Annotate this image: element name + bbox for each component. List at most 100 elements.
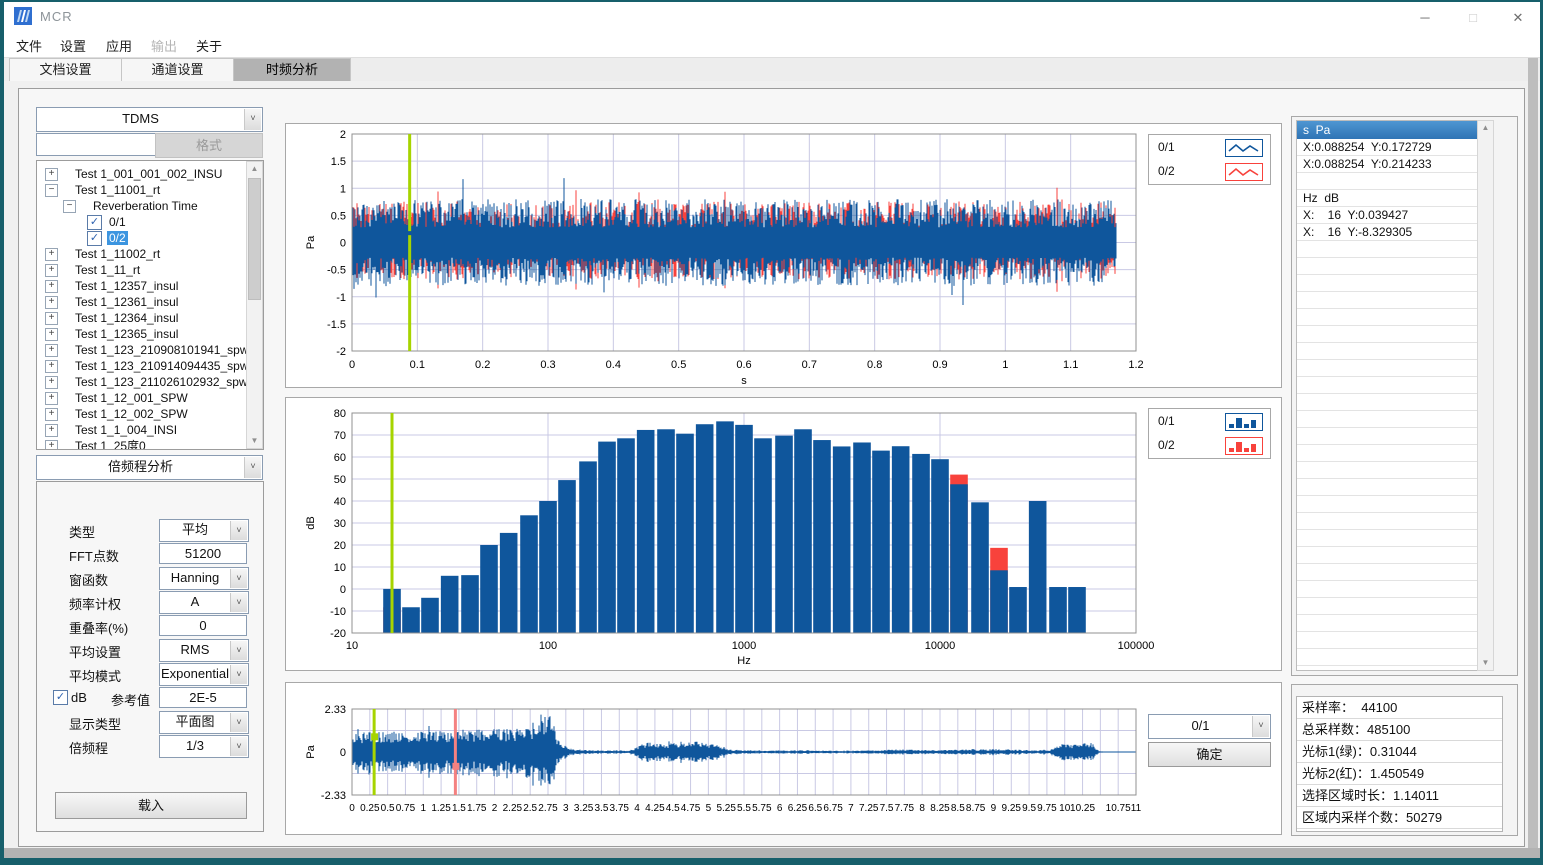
expand-icon[interactable]: + [45,344,58,357]
minimize-button[interactable]: ─ [1403,2,1447,33]
tree-item[interactable]: +Test 1_1_004_INSI [37,422,263,438]
scroll-up-icon[interactable]: ▲ [247,162,262,176]
readout-row[interactable] [1297,632,1477,649]
readout-row[interactable] [1297,258,1477,275]
field-input[interactable]: 0 [159,615,247,636]
checkbox-icon[interactable]: ✓ [87,215,102,230]
readout-row[interactable] [1297,496,1477,513]
readout-row[interactable] [1297,326,1477,343]
channel-select[interactable]: 0/1 ˅ [1148,714,1271,739]
scroll-down-icon[interactable]: ▼ [1478,656,1493,670]
readout-row[interactable]: X:0.088254 Y:0.172729 [1297,139,1477,156]
readout-row[interactable] [1297,649,1477,666]
cursor-readout-list[interactable]: s PaX:0.088254 Y:0.172729X:0.088254 Y:0.… [1296,120,1478,671]
field-select[interactable]: Hanning˅ [159,567,249,590]
readout-row[interactable]: X: 16 Y:0.039427 [1297,207,1477,224]
confirm-button[interactable]: 确定 [1148,742,1271,767]
readout-row[interactable] [1297,394,1477,411]
readout-row[interactable] [1297,445,1477,462]
expand-icon[interactable]: + [45,392,58,405]
expand-icon[interactable]: + [45,168,58,181]
expand-icon[interactable]: + [45,264,58,277]
tree-scrollbar-thumb[interactable] [248,178,261,300]
tab-1[interactable]: 文档设置 [9,58,122,81]
menu-item-3[interactable]: 应用 [103,36,135,56]
readout-row[interactable] [1297,581,1477,598]
tree-item[interactable]: +Test 1_11002_rt [37,246,263,262]
menu-item-5[interactable]: 关于 [193,36,225,56]
tab-3[interactable]: 时频分析 [233,58,351,81]
tree-item[interactable]: −Test 1_11001_rt [37,182,263,198]
readout-row[interactable] [1297,462,1477,479]
tree-item[interactable]: +Test 1_001_001_002_INSU [37,166,263,182]
readout-row[interactable]: X: 16 Y:-8.329305 [1297,224,1477,241]
expand-icon[interactable]: + [45,376,58,389]
readout-row[interactable] [1297,598,1477,615]
checkbox-icon[interactable]: ✓ [87,231,102,246]
expand-icon[interactable]: + [45,280,58,293]
load-button[interactable]: 载入 [55,792,247,819]
readout-row[interactable] [1297,564,1477,581]
tree-item[interactable]: +Test 1_123_210908101941_spw [37,342,263,358]
tree-item[interactable]: +Test 1_25度0 [37,438,263,450]
readout-row[interactable] [1297,411,1477,428]
field-select[interactable]: 平均˅ [159,519,249,542]
readout-row[interactable] [1297,292,1477,309]
tree-item[interactable]: +Test 1_12_002_SPW [37,406,263,422]
collapse-icon[interactable]: − [63,200,76,213]
expand-icon[interactable]: + [45,248,58,261]
close-button[interactable]: ✕ [1496,2,1540,33]
expand-icon[interactable]: + [45,360,58,373]
tab-2[interactable]: 通道设置 [121,58,234,81]
field-select[interactable]: 平面图˅ [159,711,249,734]
tree-item[interactable]: +Test 1_11_rt [37,262,263,278]
overview-waveform-chart[interactable]: 00.250.50.7511.251.51.7522.252.52.7533.2… [286,683,1279,832]
readout-row[interactable] [1297,428,1477,445]
readout-row[interactable] [1297,377,1477,394]
expand-icon[interactable]: + [45,408,58,421]
menu-item-4[interactable]: 输出 [148,36,180,56]
expand-icon[interactable]: + [45,296,58,309]
readout-row[interactable] [1297,173,1477,190]
readout-row[interactable] [1297,360,1477,377]
expand-icon[interactable]: + [45,424,58,437]
maximize-button[interactable]: □ [1451,2,1495,33]
octave-spectrum-chart[interactable]: -20-100102030405060708010100100010000100… [286,398,1279,668]
reference-value-input[interactable]: 2E-5 [159,687,247,708]
readout-row[interactable] [1297,343,1477,360]
file-tree[interactable]: +Test 1_001_001_002_INSU−Test 1_11001_rt… [36,160,264,450]
filter-input[interactable] [36,133,156,156]
readout-row[interactable] [1297,547,1477,564]
tree-item[interactable]: −Reverberation Time [37,198,263,214]
field-select[interactable]: 1/3˅ [159,735,249,758]
tree-item[interactable]: +Test 1_12357_insul [37,278,263,294]
collapse-icon[interactable]: − [45,184,58,197]
readout-row[interactable] [1297,615,1477,632]
readout-row[interactable] [1297,479,1477,496]
readout-row[interactable]: Hz dB [1297,190,1477,207]
field-select[interactable]: A˅ [159,591,249,614]
readout-row[interactable] [1297,275,1477,292]
tree-item[interactable]: +Test 1_123_211026102932_spw [37,374,263,390]
analysis-type-select[interactable]: 倍频程分析 ˅ [36,455,263,480]
field-input[interactable]: 51200 [159,543,247,564]
readout-row[interactable] [1297,309,1477,326]
scroll-up-icon[interactable]: ▲ [1478,121,1493,135]
db-checkbox[interactable]: ✓ [53,690,68,705]
menu-item-2[interactable]: 设置 [57,36,89,56]
tree-item[interactable]: +Test 1_12361_insul [37,294,263,310]
tree-item[interactable]: +Test 1_123_210914094435_spw [37,358,263,374]
scroll-down-icon[interactable]: ▼ [247,434,262,448]
expand-icon[interactable]: + [45,440,58,450]
expand-icon[interactable]: + [45,328,58,341]
format-button[interactable]: 格式 [155,133,263,158]
tree-item[interactable]: +Test 1_12364_insul [37,310,263,326]
field-select[interactable]: RMS˅ [159,639,249,662]
tree-item[interactable]: ✓0/1 [37,214,263,230]
tree-item[interactable]: ✓0/2 [37,230,263,246]
tree-item[interactable]: +Test 1_12_001_SPW [37,390,263,406]
tree-item[interactable]: +Test 1_12365_insul [37,326,263,342]
readout-scrollbar[interactable]: ▲ ▼ [1477,120,1494,671]
tree-scrollbar[interactable]: ▲ ▼ [246,161,263,449]
readout-row[interactable] [1297,241,1477,258]
